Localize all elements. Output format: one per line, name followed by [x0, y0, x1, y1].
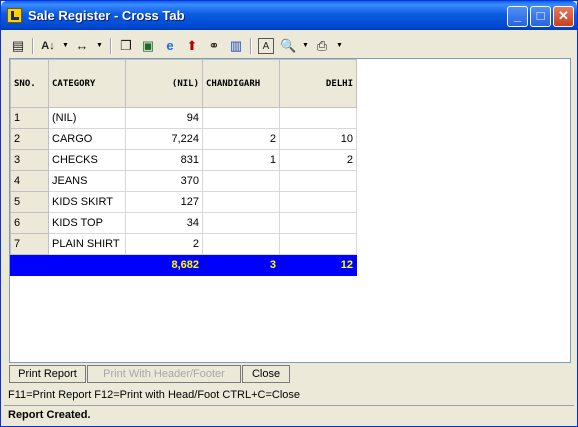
preview-dropdown-icon[interactable]: ▼ — [302, 42, 309, 49]
toolbar: ▤ A↓ ▼ ↔ ▼ ❐ ▣ e ⬆ ⚭ ▥ A 🔍 ▼ ⎙ ▼ — [4, 34, 574, 58]
cross-tab-table: SNO. CATEGORY (NIL) CHANDIGARH DELHI 1 (N… — [10, 59, 357, 276]
cell-category[interactable]: JEANS — [48, 170, 126, 192]
column-width-icon[interactable]: ↔ — [74, 38, 90, 54]
table-row[interactable]: 1 (NIL) 94 — [10, 107, 357, 129]
table-row[interactable]: 2 CARGO 7,224 2 10 — [10, 128, 357, 150]
header-chandigarh[interactable]: CHANDIGARH — [202, 59, 280, 108]
cell-category[interactable]: CARGO — [48, 128, 126, 150]
cell-sno[interactable]: 6 — [10, 212, 49, 234]
table-row[interactable]: 6 KIDS TOP 34 — [10, 212, 357, 234]
total-cell-nil[interactable]: 8,682 — [125, 254, 203, 276]
cell-delhi[interactable] — [279, 170, 357, 192]
excel-icon[interactable]: ▣ — [140, 38, 156, 54]
cell-nil[interactable]: 34 — [125, 212, 203, 234]
find-icon[interactable]: ⚭ — [206, 38, 222, 54]
column-width-dropdown-icon[interactable]: ▼ — [96, 42, 103, 49]
cell-chandigarh[interactable] — [202, 191, 280, 213]
chart-icon[interactable]: ▥ — [228, 38, 244, 54]
print-with-header-footer-button[interactable]: Print With Header/Footer — [87, 365, 241, 383]
total-cell-delhi[interactable]: 12 — [279, 254, 357, 276]
total-cell-sno[interactable] — [10, 254, 49, 276]
cell-delhi[interactable] — [279, 191, 357, 213]
cell-nil[interactable]: 2 — [125, 233, 203, 255]
toolbar-separator — [250, 38, 252, 54]
sort-az-icon[interactable]: A↓ — [40, 38, 56, 54]
header-sno[interactable]: SNO. — [10, 59, 49, 108]
cell-chandigarh[interactable] — [202, 107, 280, 129]
cell-category[interactable]: CHECKS — [48, 149, 126, 171]
toolbar-separator — [110, 38, 112, 54]
app-icon — [7, 8, 22, 23]
cell-chandigarh[interactable] — [202, 170, 280, 192]
cell-delhi[interactable]: 10 — [279, 128, 357, 150]
font-icon[interactable]: A — [258, 38, 274, 54]
cell-nil[interactable]: 831 — [125, 149, 203, 171]
cell-sno[interactable]: 1 — [10, 107, 49, 129]
toolbar-separator — [32, 38, 34, 54]
header-nil[interactable]: (NIL) — [125, 59, 203, 108]
cell-nil[interactable]: 94 — [125, 107, 203, 129]
cell-sno[interactable]: 2 — [10, 128, 49, 150]
maximize-button[interactable]: □ — [530, 6, 551, 27]
cell-nil[interactable]: 7,224 — [125, 128, 203, 150]
cell-delhi[interactable] — [279, 107, 357, 129]
total-row[interactable]: 8,682 3 12 — [10, 254, 357, 276]
cell-category[interactable]: (NIL) — [48, 107, 126, 129]
cell-sno[interactable]: 4 — [10, 170, 49, 192]
cell-chandigarh[interactable]: 2 — [202, 128, 280, 150]
table-row[interactable]: 5 KIDS SKIRT 127 — [10, 191, 357, 213]
printer-dropdown-icon[interactable]: ▼ — [336, 42, 343, 49]
minimize-button[interactable]: _ — [507, 6, 528, 27]
report-grid[interactable]: SNO. CATEGORY (NIL) CHANDIGARH DELHI 1 (N… — [9, 58, 571, 363]
cell-category[interactable]: PLAIN SHIRT — [48, 233, 126, 255]
cell-chandigarh[interactable] — [202, 212, 280, 234]
print-report-button[interactable]: Print Report — [9, 365, 86, 383]
header-delhi[interactable]: DELHI — [279, 59, 357, 108]
cell-sno[interactable]: 5 — [10, 191, 49, 213]
cell-category[interactable]: KIDS SKIRT — [48, 191, 126, 213]
window: Sale Register - Cross Tab _ □ ✕ ▤ A↓ ▼ ↔… — [0, 0, 578, 427]
print-preview-icon[interactable]: 🔍 — [280, 38, 296, 54]
shortcut-hint: F11=Print Report F12=Print with Head/Foo… — [8, 389, 301, 401]
report-icon[interactable]: ▤ — [10, 38, 26, 54]
cell-delhi[interactable] — [279, 212, 357, 234]
sort-dropdown-icon[interactable]: ▼ — [62, 42, 69, 49]
cell-category[interactable]: KIDS TOP — [48, 212, 126, 234]
window-title: Sale Register - Cross Tab — [28, 8, 185, 23]
copy-icon[interactable]: ❐ — [118, 38, 134, 54]
cell-nil[interactable]: 370 — [125, 170, 203, 192]
up-arrow-icon[interactable]: ⬆ — [184, 38, 200, 54]
internet-explorer-icon[interactable]: e — [162, 38, 178, 54]
title-bar[interactable]: Sale Register - Cross Tab _ □ ✕ — [1, 1, 577, 30]
cell-nil[interactable]: 127 — [125, 191, 203, 213]
close-button[interactable]: Close — [242, 365, 290, 383]
table-row[interactable]: 3 CHECKS 831 1 2 — [10, 149, 357, 171]
printer-icon[interactable]: ⎙ — [314, 38, 330, 54]
cell-delhi[interactable]: 2 — [279, 149, 357, 171]
cell-delhi[interactable] — [279, 233, 357, 255]
cell-chandigarh[interactable] — [202, 233, 280, 255]
total-cell-category[interactable] — [48, 254, 126, 276]
total-cell-chandigarh[interactable]: 3 — [202, 254, 280, 276]
header-category[interactable]: CATEGORY — [48, 59, 126, 108]
status-bar: Report Created. — [4, 405, 574, 424]
cell-sno[interactable]: 3 — [10, 149, 49, 171]
header-row: SNO. CATEGORY (NIL) CHANDIGARH DELHI — [10, 59, 357, 108]
table-row[interactable]: 7 PLAIN SHIRT 2 — [10, 233, 357, 255]
close-window-button[interactable]: ✕ — [553, 6, 574, 27]
cell-sno[interactable]: 7 — [10, 233, 49, 255]
cell-chandigarh[interactable]: 1 — [202, 149, 280, 171]
table-row[interactable]: 4 JEANS 370 — [10, 170, 357, 192]
